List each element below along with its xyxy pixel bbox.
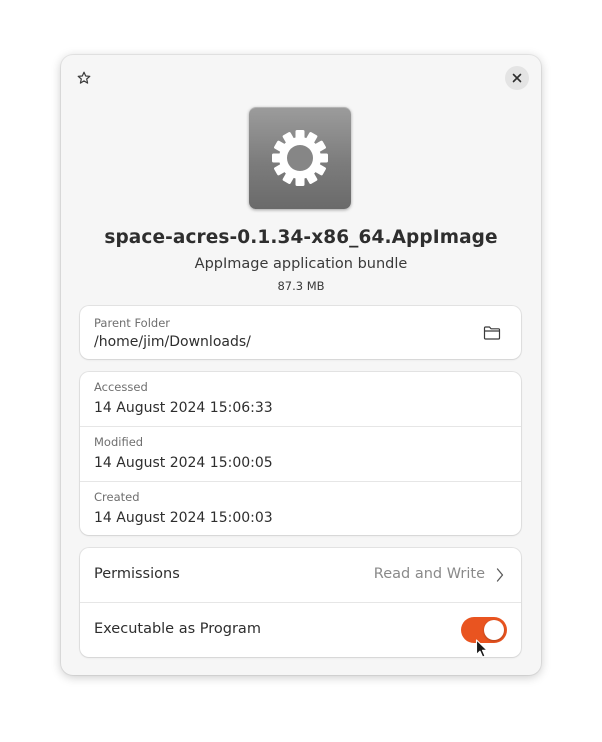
- dates-card: Accessed 14 August 2024 15:06:33 Modifie…: [80, 372, 521, 535]
- permissions-label: Permissions: [94, 566, 180, 582]
- file-size: 87.3 MB: [277, 279, 325, 293]
- toggle-knob: [484, 620, 504, 640]
- close-icon: [512, 73, 522, 83]
- created-value: 14 August 2024 15:00:03: [94, 510, 273, 526]
- modified-row: Modified 14 August 2024 15:00:05: [80, 427, 521, 481]
- permissions-row[interactable]: Permissions Read and Write: [80, 548, 521, 602]
- folder-icon: [483, 326, 501, 340]
- chevron-right-icon: [496, 568, 504, 582]
- parent-folder-card: Parent Folder /home/jim/Downloads/: [80, 306, 521, 359]
- accessed-row: Accessed 14 August 2024 15:06:33: [80, 372, 521, 426]
- file-name: space-acres-0.1.34-x86_64.AppImage: [104, 227, 498, 248]
- accessed-value: 14 August 2024 15:06:33: [94, 400, 273, 416]
- executable-toggle[interactable]: [461, 617, 507, 643]
- modified-label: Modified: [94, 435, 144, 449]
- parent-folder-label: Parent Folder: [94, 316, 171, 330]
- gear-icon: [272, 130, 328, 186]
- close-button[interactable]: [505, 66, 529, 90]
- created-row: Created 14 August 2024 15:00:03: [80, 482, 521, 535]
- permissions-value: Read and Write: [373, 566, 485, 582]
- properties-dialog: space-acres-0.1.34-x86_64.AppImage AppIm…: [61, 55, 541, 675]
- file-icon: [249, 107, 351, 209]
- open-parent-folder-button[interactable]: [481, 322, 503, 344]
- executable-row: Executable as Program: [80, 603, 521, 657]
- executable-label: Executable as Program: [94, 621, 261, 637]
- accessed-label: Accessed: [94, 380, 148, 394]
- file-type: AppImage application bundle: [194, 256, 408, 272]
- modified-value: 14 August 2024 15:00:05: [94, 455, 273, 471]
- star-button[interactable]: [73, 67, 95, 89]
- parent-folder-path: /home/jim/Downloads/: [94, 334, 251, 350]
- star-icon: [77, 71, 91, 84]
- created-label: Created: [94, 490, 140, 504]
- permissions-card: Permissions Read and Write Executable as…: [80, 548, 521, 657]
